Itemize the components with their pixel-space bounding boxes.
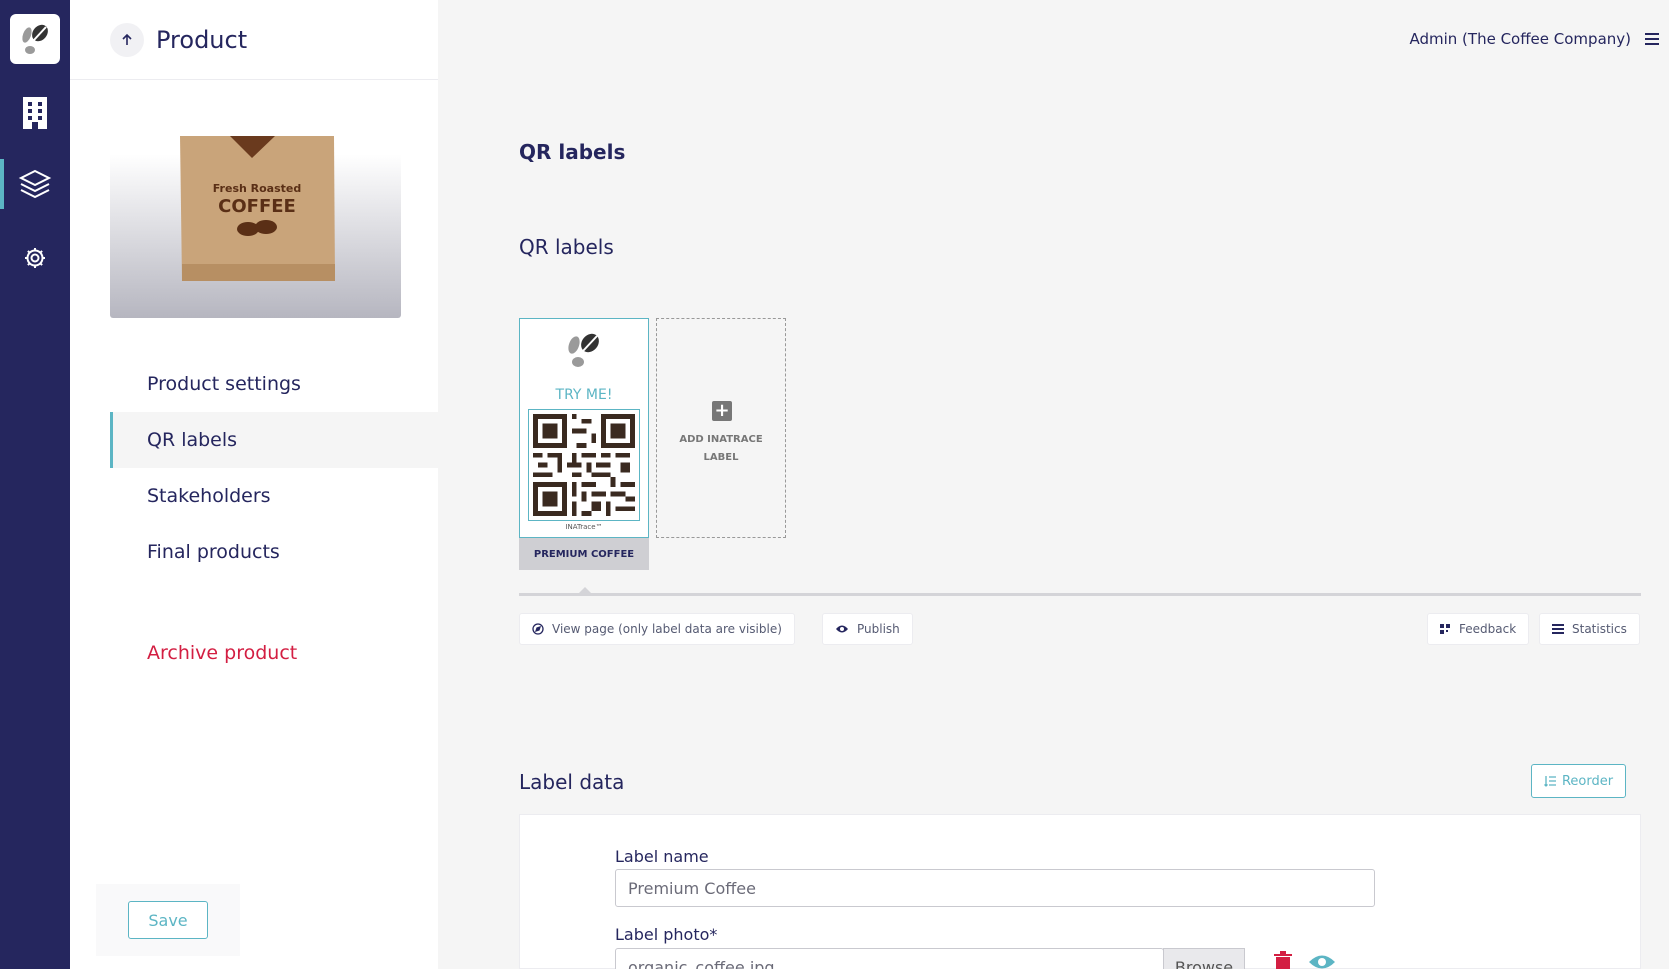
label-name-tag: PREMIUM COFFEE xyxy=(519,538,649,570)
eye-icon xyxy=(835,624,849,634)
add-label-line2: LABEL xyxy=(703,452,739,463)
sidebar-item-product-settings[interactable]: Product settings xyxy=(110,356,438,412)
sidebar-item-stakeholders[interactable]: Stakeholders xyxy=(110,468,438,524)
view-eye-icon[interactable] xyxy=(1308,953,1336,969)
list-icon xyxy=(1552,624,1564,634)
section-title: QR labels xyxy=(519,140,626,164)
add-label-line1: ADD INATRACE xyxy=(679,434,763,445)
layers-icon[interactable] xyxy=(0,159,70,209)
save-button[interactable]: Save xyxy=(128,901,208,939)
label-name-label: Label name xyxy=(615,847,709,866)
coffee-bean-logo-icon xyxy=(562,329,606,373)
statistics-label: Statistics xyxy=(1572,622,1627,636)
view-page-label: View page (only label data are visible) xyxy=(552,622,782,636)
archive-product-link[interactable]: Archive product xyxy=(147,642,297,664)
sidebar-menu: Product settings QR labels Stakeholders … xyxy=(110,356,438,580)
qr-code xyxy=(528,409,640,521)
label-data-title: Label data xyxy=(519,770,625,794)
sidebar-header: Product xyxy=(70,0,438,80)
trash-icon[interactable] xyxy=(1273,951,1293,969)
try-me-text: TRY ME! xyxy=(555,387,613,403)
compass-icon xyxy=(532,623,544,635)
product-image: Fresh Roasted COFFEE xyxy=(110,136,401,318)
caret-up-icon xyxy=(579,587,591,593)
subsection-title: QR labels xyxy=(519,235,614,259)
add-inatrace-label-button[interactable]: + ADD INATRACE LABEL xyxy=(656,318,786,538)
arrow-up-icon xyxy=(122,33,132,45)
publish-label: Publish xyxy=(857,622,900,636)
sidebar-item-qr-labels[interactable]: QR labels xyxy=(110,412,438,468)
save-area: Save xyxy=(96,884,240,956)
inatrace-brand: INATrace™ xyxy=(565,523,603,531)
qr-label-card[interactable]: TRY ME! INATrace™ PREMIUM COFFEE xyxy=(519,318,649,570)
page-title: Product xyxy=(156,25,248,54)
label-photo-label: Label photo* xyxy=(615,925,718,944)
back-up-button[interactable] xyxy=(110,22,144,57)
app-rail xyxy=(0,0,70,969)
product-sidebar: Product Fresh Roasted COFFEE Product set… xyxy=(70,0,438,969)
plus-icon: + xyxy=(712,401,732,421)
sidebar-item-final-products[interactable]: Final products xyxy=(110,524,438,580)
hamburger-menu-icon[interactable] xyxy=(1645,30,1659,48)
statistics-button[interactable]: Statistics xyxy=(1539,613,1640,645)
view-page-button[interactable]: View page (only label data are visible) xyxy=(519,613,795,645)
feedback-button[interactable]: Feedback xyxy=(1427,613,1530,645)
user-menu[interactable]: Admin (The Coffee Company) xyxy=(1409,30,1631,48)
reorder-button[interactable]: Reorder xyxy=(1531,764,1626,798)
grid-icon xyxy=(1440,623,1451,635)
reorder-list-icon xyxy=(1543,775,1556,787)
svg-text:COFFEE: COFFEE xyxy=(218,196,296,217)
feedback-label: Feedback xyxy=(1459,622,1517,636)
gear-icon[interactable] xyxy=(0,233,70,283)
label-photo-field[interactable]: organic_coffee.jpg xyxy=(615,948,1164,969)
label-name-field[interactable]: Premium Coffee xyxy=(615,869,1375,907)
browse-button[interactable]: Browse xyxy=(1163,948,1245,969)
divider xyxy=(519,593,1641,596)
svg-text:Fresh Roasted: Fresh Roasted xyxy=(213,182,302,195)
building-icon[interactable] xyxy=(0,88,70,138)
reorder-label: Reorder xyxy=(1561,773,1614,789)
publish-button[interactable]: Publish xyxy=(822,613,913,645)
coffee-logo-icon[interactable] xyxy=(10,14,60,64)
